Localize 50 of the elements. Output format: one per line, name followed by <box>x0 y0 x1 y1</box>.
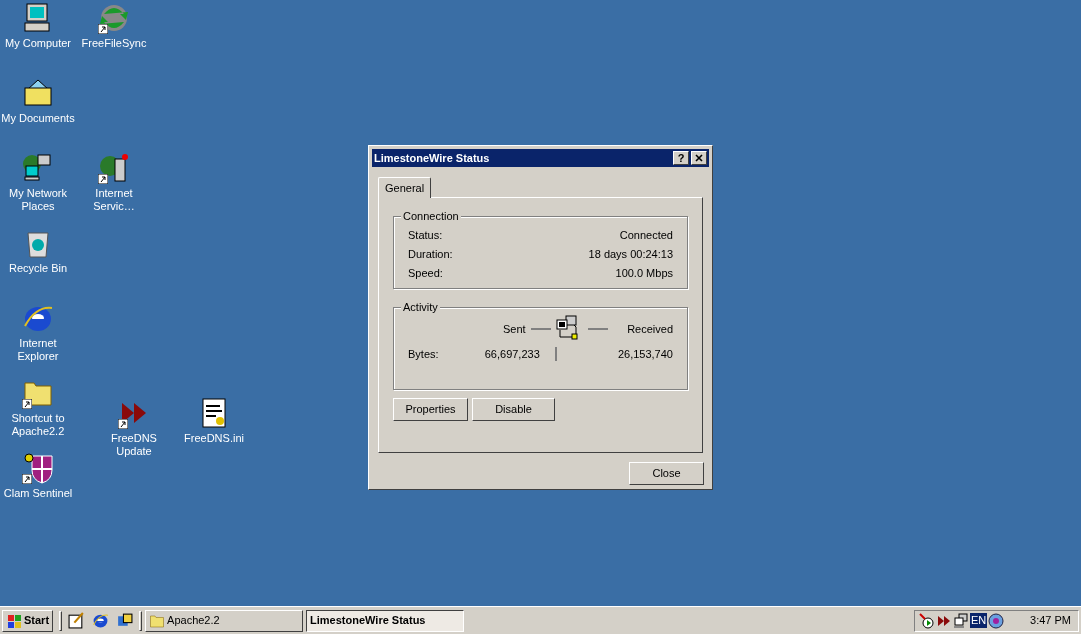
desktop-pencil-icon[interactable] <box>68 612 86 629</box>
close-dialog-button[interactable]: Close <box>629 462 704 485</box>
folder-icon <box>22 77 54 109</box>
sent-bytes: 66,697,233 <box>484 346 540 362</box>
folder-icon <box>149 612 166 629</box>
help-button[interactable]: ? <box>673 151 689 165</box>
desktop-icon-label[interactable]: Recycle Bin <box>8 262 68 275</box>
tab[interactable]: General <box>378 177 432 198</box>
group-title: Activity <box>401 300 440 314</box>
received-label: Received <box>627 321 673 337</box>
taskbar-button[interactable]: Apache2.2 <box>145 609 304 632</box>
language-indicator[interactable]: EN <box>970 613 988 628</box>
clock[interactable]: 3:47 PM <box>1030 612 1071 629</box>
field-value: Connected <box>619 228 673 242</box>
dialog-button[interactable]: Properties <box>393 398 468 421</box>
window-title: LimestoneWire Status <box>374 150 491 166</box>
dialog-button[interactable]: Disable <box>472 398 555 421</box>
field-value: 100.0 Mbps <box>615 266 673 280</box>
desktop-icon-label[interactable]: Internet Explorer <box>0 337 76 363</box>
desktop-icon-label[interactable]: My Network Places <box>0 187 76 213</box>
windows-logo-icon <box>6 612 22 629</box>
close-x-icon <box>695 154 703 162</box>
channels-icon[interactable] <box>116 612 134 629</box>
desktop-icon-label[interactable]: FreeFileSync <box>81 37 147 50</box>
field-label: Duration: <box>408 247 453 261</box>
browser-e-icon <box>92 612 110 629</box>
network-computers-icon[interactable] <box>953 612 969 629</box>
desktop-icon-label[interactable]: FreeDNS.ini <box>184 432 244 445</box>
close-button[interactable] <box>691 151 707 165</box>
globe-server-icon <box>98 152 130 184</box>
field-label: Speed: <box>408 266 443 280</box>
desktop-icon-label[interactable]: My Computer <box>5 37 71 50</box>
field-label: Status: <box>408 228 443 242</box>
sent-label: Sent <box>503 321 526 337</box>
start-button[interactable]: Start <box>2 609 54 632</box>
globe-icon[interactable] <box>988 612 1005 629</box>
field-value: 18 days 00:24:13 <box>588 247 673 261</box>
bytes-label: Bytes: <box>408 346 439 362</box>
desktop-icon-label[interactable]: Shortcut to Apache2.2 <box>0 412 76 438</box>
shield-key-icon <box>22 452 54 484</box>
sync-arrows-icon <box>98 2 130 34</box>
desktop-icon-label[interactable]: FreeDNS Update <box>96 432 172 458</box>
media-player-icon[interactable] <box>919 612 935 629</box>
desktop-icon-label[interactable]: Internet Servic… <box>76 187 152 213</box>
desktop-icon-label[interactable]: Clam Sentinel <box>3 487 73 500</box>
received-bytes: 26,153,740 <box>617 346 673 362</box>
desktop-icon-label[interactable]: My Documents <box>1 112 75 125</box>
network-computers-icon <box>22 152 54 184</box>
group-title: Connection <box>401 209 461 223</box>
taskbar-button[interactable]: LimestoneWire Status <box>306 609 465 632</box>
